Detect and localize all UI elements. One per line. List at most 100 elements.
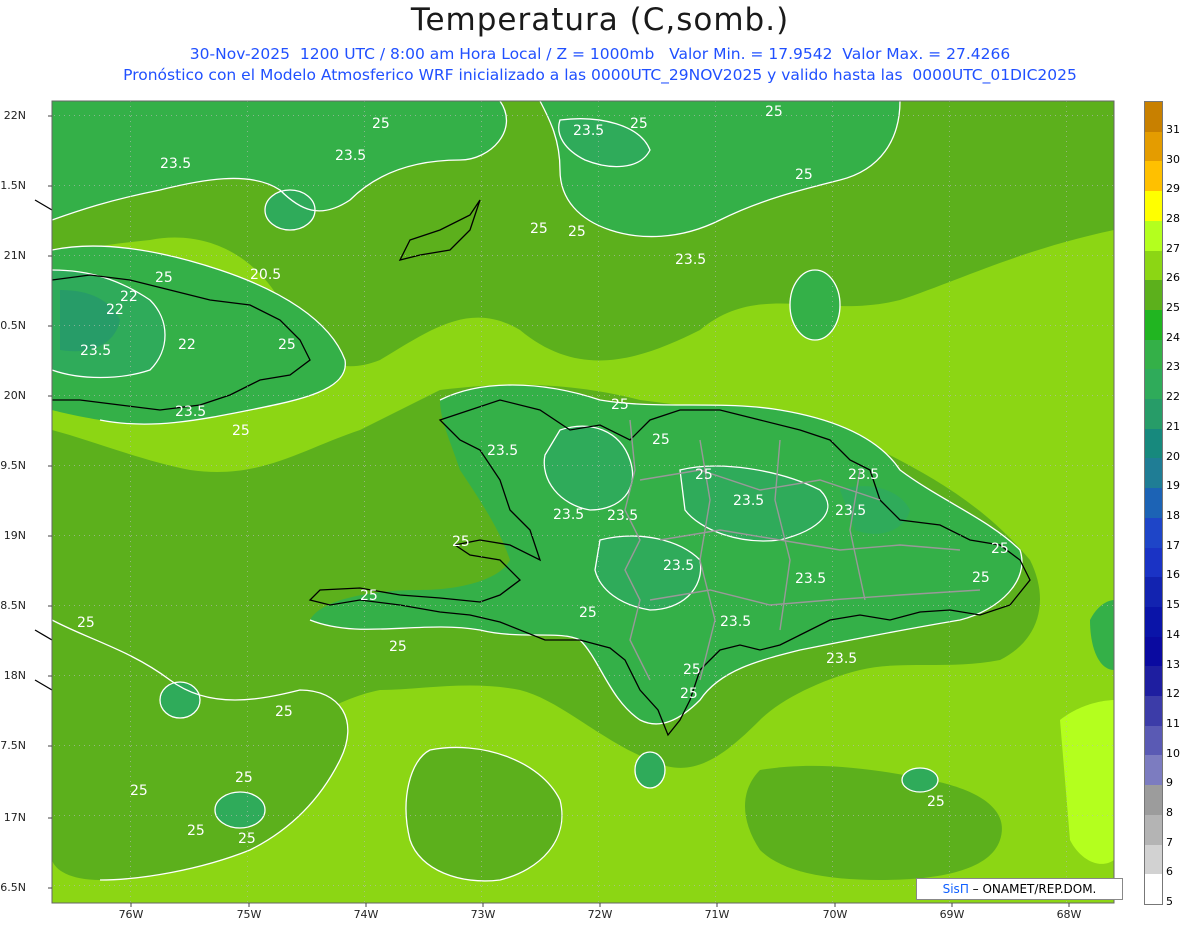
credit-brand: SisΠ	[942, 882, 969, 896]
colorbar-label: 7	[1166, 835, 1173, 849]
contour-label: 23.5	[720, 614, 751, 630]
contour-label: 25	[927, 794, 945, 810]
contour-label: 23.5	[733, 493, 764, 509]
colorbar-label: 18	[1166, 509, 1180, 522]
contour-label: 25	[232, 423, 250, 439]
lon-label: 72W	[587, 908, 613, 921]
contour-label: 23.5	[675, 252, 706, 268]
contour-label: 25	[530, 221, 548, 237]
contour-label: 23.5	[335, 148, 366, 164]
contour-label: 25	[452, 534, 470, 550]
lon-label: 73W	[470, 908, 496, 921]
colorbar-label: 25	[1166, 301, 1180, 315]
lat-label: 17N	[3, 811, 26, 824]
colorbar-swatch	[1145, 606, 1162, 638]
lat-label: 20N	[3, 389, 26, 402]
lat-label: 21N	[3, 249, 26, 262]
contour-label: 25	[611, 397, 629, 413]
colorbar-swatch	[1145, 458, 1162, 489]
lon-label: 71W	[704, 908, 730, 921]
colorbar-swatch	[1145, 696, 1162, 727]
colorbar-label: 12	[1166, 687, 1180, 701]
contour-label: 25	[389, 639, 407, 655]
colorbar-swatch	[1145, 220, 1162, 252]
contour-label: 25	[630, 116, 648, 132]
lat-label: 1.5N	[0, 179, 26, 192]
lat-label: 22N	[3, 109, 26, 122]
contour-label: 23.5	[80, 343, 111, 359]
lon-label: 68W	[1056, 908, 1082, 921]
lat-label: 6.5N	[0, 881, 26, 894]
colorbar-swatch	[1145, 250, 1162, 281]
lon-label: 69W	[939, 908, 965, 921]
contour-label: 23.5	[848, 467, 879, 483]
lat-label: 7.5N	[0, 739, 26, 752]
colorbar-label: 6	[1166, 865, 1173, 879]
colorbar-swatch	[1145, 874, 1162, 905]
colorbar-swatch	[1145, 488, 1162, 519]
contour-label: 25	[77, 615, 95, 631]
colorbar-label: 8	[1166, 806, 1173, 820]
colorbar-swatch	[1145, 131, 1162, 162]
lon-label: 76W	[118, 908, 144, 921]
contour-label: 25	[972, 570, 990, 586]
lon-label: 70W	[822, 908, 848, 921]
contour-label: 25	[275, 704, 293, 720]
colorbar-swatch	[1145, 844, 1162, 875]
lat-label: 19N	[3, 529, 26, 542]
contour-label: 23.5	[826, 651, 857, 667]
colorbar-label: 27	[1166, 241, 1180, 255]
contour-label: 25	[652, 432, 670, 448]
colorbar-label: 31	[1166, 122, 1180, 136]
colorbar-label: 21	[1166, 419, 1180, 433]
colorbar-swatch	[1145, 428, 1162, 459]
contour-label: 25	[568, 224, 586, 240]
contour-label: 25	[991, 541, 1009, 557]
colorbar-swatch	[1145, 755, 1162, 786]
contour-label: 23.5	[663, 558, 694, 574]
colorbar-label: 17	[1166, 538, 1180, 552]
contour-label: 23.5	[160, 156, 191, 172]
colorbar-swatch	[1145, 725, 1162, 756]
colorbar-swatch	[1145, 191, 1162, 222]
contour-label: 25	[372, 116, 390, 132]
lat-label: 18N	[3, 669, 26, 682]
colorbar-label: 13	[1166, 657, 1180, 671]
contour-label: 25	[683, 662, 701, 678]
colorbar-label: 24	[1166, 330, 1180, 344]
contour-label: 25	[680, 686, 698, 702]
contour-label: 23.5	[573, 123, 604, 139]
lat-label: 0.5N	[0, 319, 26, 332]
colorbar-swatch	[1145, 577, 1162, 608]
map-title: Temperatura (C,somb.)	[410, 2, 790, 38]
contour-label: 22	[178, 337, 196, 353]
colorbar-label: 30	[1166, 152, 1180, 166]
contour-label: 25	[795, 167, 813, 183]
colorbar-swatch	[1145, 280, 1162, 311]
colorbar-swatch	[1145, 161, 1162, 192]
lat-label: 8.5N	[0, 599, 26, 612]
contour-label: 23.5	[553, 507, 584, 523]
lat-label: 9.5N	[0, 459, 26, 472]
colorbar-swatch	[1145, 309, 1162, 341]
colorbar-label: 19	[1166, 479, 1180, 493]
contour-label: 23.5	[795, 571, 826, 587]
contour-label: 23.5	[175, 404, 206, 420]
colorbar-label: 23	[1166, 360, 1180, 374]
contour-label: 25	[765, 104, 783, 120]
colorbar-swatch	[1145, 102, 1162, 133]
lon-label: 75W	[236, 908, 262, 921]
colorbar-label: 11	[1166, 716, 1180, 730]
colorbar-label: 29	[1166, 182, 1180, 196]
colorbar-swatch	[1145, 814, 1162, 846]
credit-box: SisΠ – ONAMET/REP.DOM.	[916, 878, 1123, 900]
colorbar-swatch	[1145, 785, 1162, 816]
colorbar-label: 9	[1166, 776, 1173, 790]
colorbar-swatch	[1145, 666, 1162, 697]
colorbar-label: 26	[1166, 271, 1180, 285]
subtitle-model-info: Pronóstico con el Modelo Atmosferico WRF…	[123, 66, 1077, 84]
colorbar-label: 16	[1166, 568, 1180, 582]
contour-label: 25	[187, 823, 205, 839]
contour-label: 25	[130, 783, 148, 799]
contour-label: 23.5	[835, 503, 866, 519]
